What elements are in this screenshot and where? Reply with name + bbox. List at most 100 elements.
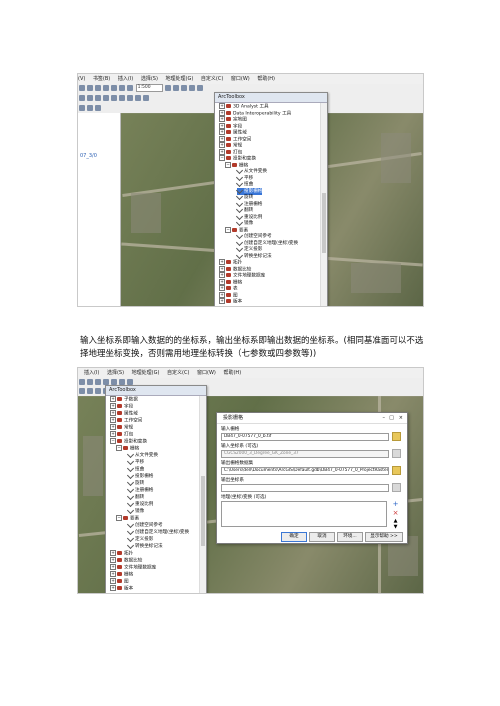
tree-toolset-item[interactable]: + 版本 xyxy=(219,298,242,306)
scrollbar-thumb[interactable] xyxy=(322,193,326,253)
menu-item[interactable]: 窗口(W) xyxy=(197,370,216,376)
expand-icon[interactable]: + xyxy=(110,431,116,437)
save-icon[interactable] xyxy=(87,379,93,385)
forward-icon[interactable] xyxy=(119,95,125,101)
geo-transform-list[interactable] xyxy=(221,501,387,527)
back-icon[interactable] xyxy=(111,95,117,101)
menu-item[interactable]: (V) xyxy=(78,76,85,82)
menu-item[interactable]: 帮助(H) xyxy=(223,370,241,376)
toolbox-scrollbar[interactable] xyxy=(199,396,206,593)
cut-icon[interactable] xyxy=(103,85,109,91)
identify-icon[interactable] xyxy=(135,95,141,101)
remove-transform-icon[interactable]: × xyxy=(392,510,399,517)
zoom-out-icon[interactable] xyxy=(87,95,93,101)
text-icon[interactable] xyxy=(87,105,93,111)
select-icon[interactable] xyxy=(127,95,133,101)
tree-tool-item[interactable]: 定义投影 xyxy=(126,534,153,543)
pan-icon[interactable] xyxy=(95,388,101,394)
menu-item[interactable]: 插入(I) xyxy=(118,76,133,82)
expand-icon[interactable]: + xyxy=(219,142,225,148)
expand-icon[interactable]: + xyxy=(219,122,225,129)
maximize-icon[interactable]: □ xyxy=(389,413,394,423)
search-icon[interactable] xyxy=(181,85,188,91)
copy-icon[interactable] xyxy=(111,85,117,91)
menu-item[interactable]: 插入(I) xyxy=(84,370,99,376)
expand-icon[interactable]: + xyxy=(219,272,225,278)
print-icon[interactable] xyxy=(95,85,101,91)
expand-icon[interactable]: + xyxy=(219,129,225,135)
zoom-in-icon[interactable] xyxy=(79,95,85,101)
output-raster-field[interactable]: C:\Users\dell\Documents\ArcGIS\Default.g… xyxy=(221,467,389,475)
menu-item[interactable]: 选择(S) xyxy=(107,370,124,376)
expand-icon[interactable]: + xyxy=(219,103,225,109)
collapse-icon[interactable]: − xyxy=(110,438,116,444)
folder-icon[interactable] xyxy=(392,466,401,475)
spatial-reference-icon[interactable] xyxy=(392,449,401,458)
tree-tool-item[interactable]: 注册栅格 xyxy=(126,485,153,494)
python-icon[interactable] xyxy=(197,85,204,91)
expand-icon[interactable]: + xyxy=(219,278,225,285)
toc-layer-label[interactable]: 07_3/0 xyxy=(80,153,97,159)
toolbox-icon[interactable] xyxy=(189,85,196,91)
editor-icon[interactable] xyxy=(165,85,172,91)
cancel-button[interactable]: 取消 xyxy=(309,532,335,542)
full-extent-icon[interactable] xyxy=(103,95,109,101)
toolbox-scrollbar[interactable] xyxy=(320,103,327,306)
expand-icon[interactable]: + xyxy=(110,585,116,591)
expand-icon[interactable]: + xyxy=(219,291,225,298)
scale-input[interactable]: 1:500 xyxy=(135,84,163,92)
collapse-icon[interactable]: − xyxy=(225,161,231,168)
menu-item[interactable]: 自定义(C) xyxy=(201,76,223,82)
minimize-icon[interactable]: – xyxy=(383,413,386,423)
expand-icon[interactable]: + xyxy=(110,564,116,570)
output-cs-field[interactable] xyxy=(221,484,389,492)
add-data-icon[interactable] xyxy=(127,85,133,91)
folder-icon[interactable] xyxy=(392,432,401,441)
tree-tool-item[interactable]: 创建空间参考 xyxy=(126,520,163,529)
expand-icon[interactable]: + xyxy=(219,109,225,116)
open-icon[interactable] xyxy=(79,85,85,91)
undo-icon[interactable] xyxy=(119,85,125,91)
save-icon[interactable] xyxy=(87,85,93,91)
spatial-reference-icon[interactable] xyxy=(392,483,401,492)
catalog-icon[interactable] xyxy=(173,85,180,91)
tree-tool-item[interactable]: 重设比例 xyxy=(126,499,153,508)
expand-icon[interactable]: + xyxy=(219,298,225,304)
expand-icon[interactable]: + xyxy=(110,403,116,409)
menu-item[interactable]: 选择(S) xyxy=(141,76,158,82)
menu-item[interactable]: 帮助(H) xyxy=(257,76,275,82)
expand-icon[interactable]: + xyxy=(110,578,116,584)
input-raster-field[interactable]: DB47_0-07577_0_b.tif xyxy=(221,433,389,441)
add-transform-icon[interactable]: + xyxy=(392,501,399,508)
expand-icon[interactable]: + xyxy=(110,410,116,416)
expand-icon[interactable]: + xyxy=(110,424,116,430)
zoom-in-icon[interactable] xyxy=(79,388,85,394)
input-cs-field[interactable]: CGCS2000_3_Degree_GK_Zone_37 xyxy=(221,450,389,458)
draw-icon[interactable] xyxy=(79,105,85,111)
expand-icon[interactable]: + xyxy=(110,557,116,563)
show-help-button[interactable]: 显示帮助 >> xyxy=(365,532,403,542)
pan-icon[interactable] xyxy=(95,95,101,101)
tree-tool-item[interactable]: 转换坐标记法 xyxy=(126,541,163,550)
expand-icon[interactable]: + xyxy=(110,417,116,423)
menu-item[interactable]: 地理处理(G) xyxy=(166,76,194,82)
expand-icon[interactable]: + xyxy=(219,259,225,265)
expand-icon[interactable]: + xyxy=(110,396,116,402)
close-icon[interactable]: × xyxy=(399,413,403,423)
undo-icon[interactable] xyxy=(95,379,101,385)
expand-icon[interactable]: + xyxy=(219,135,225,142)
menu-item[interactable]: 书签(B) xyxy=(93,76,110,82)
open-icon[interactable] xyxy=(79,379,85,385)
move-down-icon[interactable]: ▼ xyxy=(392,525,399,530)
expand-icon[interactable]: + xyxy=(219,148,225,155)
expand-icon[interactable]: + xyxy=(219,116,225,122)
expand-icon[interactable]: + xyxy=(219,265,225,272)
menu-item[interactable]: 窗口(W) xyxy=(231,76,250,82)
expand-icon[interactable]: + xyxy=(219,285,225,291)
environments-button[interactable]: 环境... xyxy=(337,532,363,542)
measure-icon[interactable] xyxy=(143,95,149,101)
tree-toolset-item[interactable]: + 版本 xyxy=(110,585,133,593)
ok-button[interactable]: 确定 xyxy=(281,532,307,542)
collapse-icon[interactable]: − xyxy=(116,515,122,521)
tree-tool-item[interactable]: 投影栅格 xyxy=(126,471,153,480)
